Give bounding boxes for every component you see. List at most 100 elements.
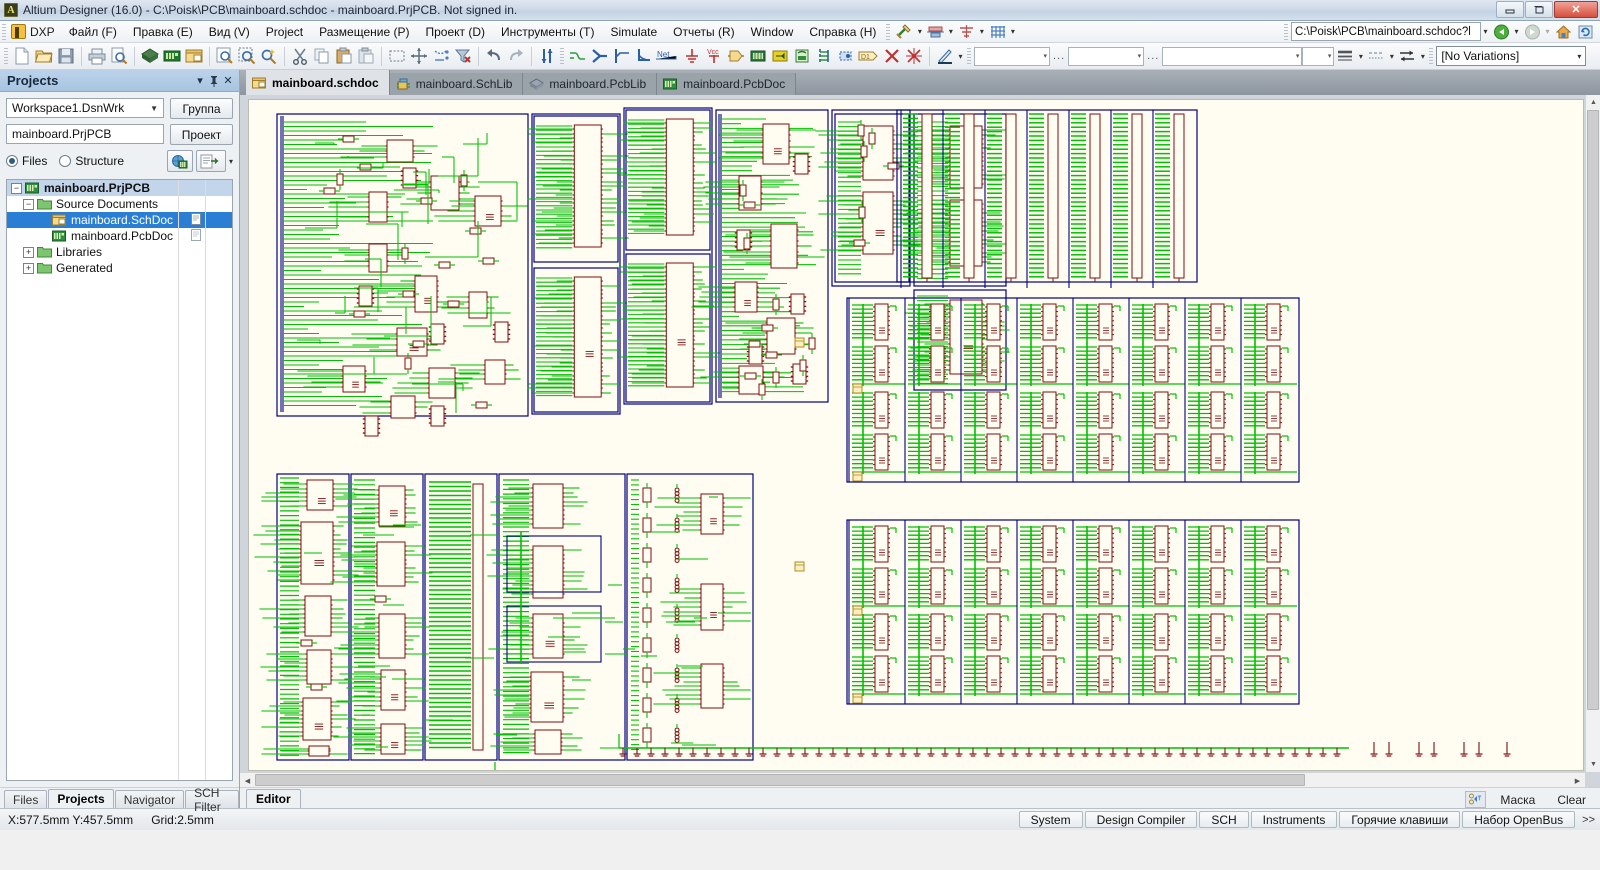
part-icon[interactable] [725,46,747,66]
tree-expander-libraries[interactable]: + [23,247,34,258]
device-sheet-icon[interactable] [791,46,813,66]
combo-3[interactable]: ▾ [1162,47,1302,66]
no-erc-icon[interactable] [881,46,903,66]
align-center-icon[interactable] [955,22,977,42]
minimize-button[interactable] [1496,1,1524,18]
zoom-area-icon[interactable] [236,46,258,66]
paste-special-icon[interactable] [355,46,377,66]
doc-tab-schdoc[interactable]: mainboard.schdoc [246,70,390,95]
harness-icon[interactable] [813,46,835,66]
menu-item-view[interactable]: Вид (V) [201,22,258,42]
save-icon[interactable] [55,46,77,66]
compile-icon[interactable] [167,150,193,172]
status-panel-sch[interactable]: SCH [1199,811,1248,828]
new-document-icon[interactable] [11,46,33,66]
print-icon[interactable] [86,46,108,66]
tree-node-source-documents[interactable]: − Source Documents [7,196,232,212]
doc-tab-pcbdoc[interactable]: mainboard.PcbDoc [657,73,796,95]
canvas-horizontal-scrollbar[interactable]: ◀ ▶ [240,772,1585,787]
cut-icon[interactable] [289,46,311,66]
line-icon[interactable] [633,46,655,66]
clear-button[interactable]: Clear [1549,792,1594,808]
horizontal-scroll-thumb[interactable] [255,774,1305,786]
open-folder-icon[interactable] [33,46,55,66]
combo-2[interactable]: ▾ [1068,47,1144,66]
menu-item-place[interactable]: Размещение (P) [311,22,417,42]
status-panel-openbus[interactable]: Набор OpenBus [1462,811,1575,828]
tree-node-project[interactable]: − mainboard.PrjPCB [7,180,232,196]
tree-expander-generated[interactable]: + [23,263,34,274]
swap-caret[interactable]: ▾ [1418,46,1427,66]
draw-dropdown-caret[interactable]: ▾ [956,46,965,66]
bus-entry-icon[interactable] [611,46,633,66]
no-erc-multi-icon[interactable] [903,46,925,66]
pcb-3d-icon[interactable] [139,46,161,66]
panel-tab-sch-filter[interactable]: SCH Filter [185,790,239,808]
select-area-icon[interactable] [386,46,408,66]
menu-gripper[interactable] [2,24,6,40]
paste-icon[interactable] [333,46,355,66]
swap-icon[interactable] [1396,46,1418,66]
radio-structure[interactable]: Structure [59,154,124,168]
address-dropdown-caret[interactable]: ▾ [1481,22,1490,42]
doc-tab-pcblib[interactable]: mainboard.PcbLib [523,73,657,95]
combo-4[interactable]: ▾ [1302,47,1334,66]
scroll-up-arrow[interactable]: ▲ [1586,95,1600,110]
scroll-down-arrow[interactable]: ▼ [1586,757,1600,772]
align-nodes-icon[interactable] [430,46,452,66]
copy-icon[interactable] [311,46,333,66]
menu-item-window[interactable]: Window [743,22,802,42]
project-field[interactable]: mainboard.PrjPCB [6,124,164,144]
canvas-vertical-scrollbar[interactable]: ▲ ▼ [1585,95,1600,772]
pin-icon[interactable] [207,73,221,89]
open-project-icon[interactable] [196,150,226,172]
workspace-select[interactable]: Workspace1.DsnWrk ▼ [6,98,164,118]
menu-toolbar-gripper-1[interactable] [886,24,890,40]
status-panel-system[interactable]: System [1019,811,1083,828]
align-center-dropdown-caret[interactable]: ▾ [977,22,986,42]
toolbar-gripper-1[interactable] [4,48,8,64]
wire-icon[interactable] [567,46,589,66]
redo-icon[interactable] [505,46,527,66]
menu-item-dxp[interactable]: DXP [9,24,61,39]
radio-files[interactable]: Files [6,154,47,168]
toolbar-gripper-4[interactable] [1429,48,1433,64]
address-gripper[interactable] [1284,24,1288,40]
toolbar-gripper-2[interactable] [560,48,564,64]
menu-item-reports[interactable]: Отчеты (R) [665,22,742,42]
draw-icon[interactable] [934,46,956,66]
tree-node-libraries[interactable]: + Libraries [7,244,232,260]
address-bar[interactable]: C:\Poisk\PCB\mainboard.schdoc?l [1291,22,1481,41]
vcc-icon[interactable]: Vcc [703,46,725,66]
align-horizontal-icon[interactable] [924,22,946,42]
close-button[interactable]: ✕ [1554,1,1598,18]
menu-item-simulate[interactable]: Simulate [602,22,665,42]
print-preview-icon[interactable] [108,46,130,66]
status-panel-design-compiler[interactable]: Design Compiler [1085,811,1198,828]
doc-tab-schlib[interactable]: mainboard.SchLib [390,73,524,95]
combo-1[interactable]: ▾ [974,47,1050,66]
net-label-icon[interactable]: Net [655,46,681,66]
sheet-symbol-icon[interactable] [747,46,769,66]
nav-back-caret[interactable]: ▾ [1512,22,1521,42]
vertical-scroll-thumb[interactable] [1587,110,1599,710]
menu-item-tools[interactable]: Инструменты (T) [493,22,602,42]
updown-icon[interactable] [536,46,558,66]
panel-tab-files[interactable]: Files [4,790,47,808]
home-icon[interactable] [1552,22,1574,42]
variations-select[interactable]: [No Variations] ▾ [1436,46,1586,66]
refresh-icon[interactable] [1574,22,1596,42]
sheet-entry-icon[interactable] [769,46,791,66]
port-icon[interactable] [835,46,857,66]
clear-filter-icon[interactable] [452,46,474,66]
line-width-caret[interactable]: ▾ [1356,46,1365,66]
status-panel-instruments[interactable]: Instruments [1251,811,1338,828]
maximize-button[interactable] [1525,1,1553,18]
scroll-left-arrow[interactable]: ◀ [240,773,255,787]
line-style-caret[interactable]: ▾ [1387,46,1396,66]
tree-node-schdoc[interactable]: mainboard.SchDoc [7,212,232,228]
undo-icon[interactable] [483,46,505,66]
filter-icon[interactable] [1465,791,1486,808]
line-style-icon[interactable] [1365,46,1387,66]
grid-icon[interactable] [986,22,1008,42]
